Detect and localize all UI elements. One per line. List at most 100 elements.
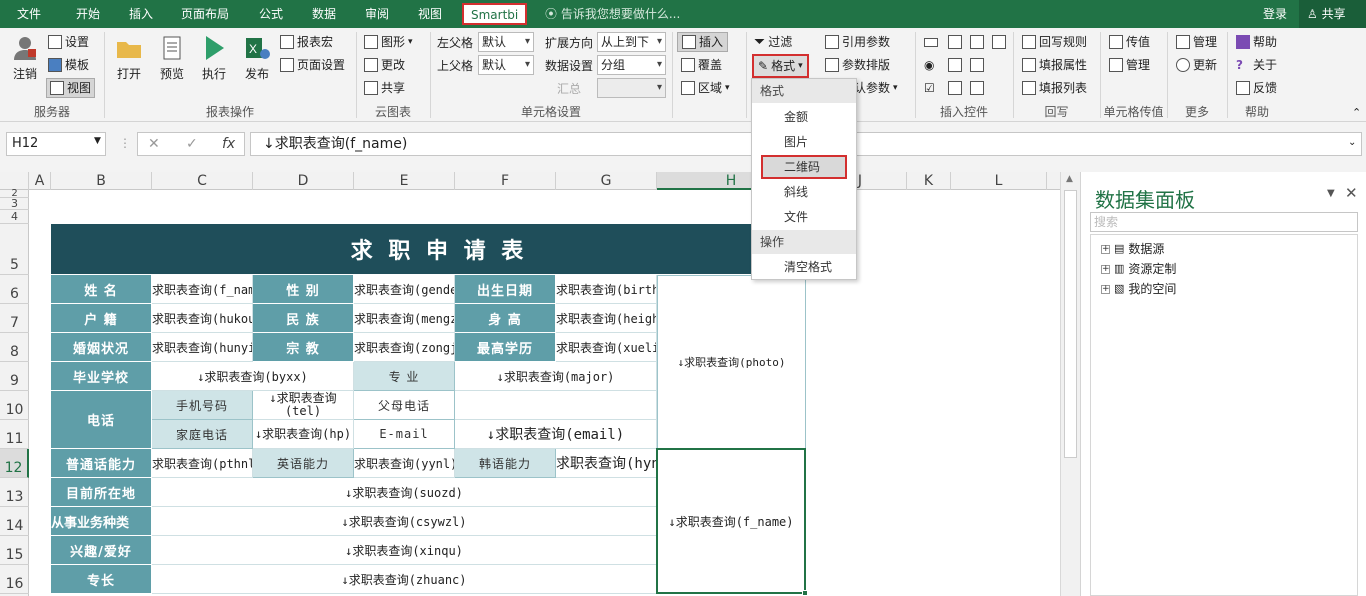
- region-button[interactable]: 区域 ▾: [681, 78, 730, 98]
- row-header[interactable]: 14: [0, 507, 29, 536]
- label-home-phone[interactable]: 家庭电话: [152, 420, 253, 449]
- update-button[interactable]: 更新: [1176, 55, 1217, 75]
- label-mobile[interactable]: 手机号码: [152, 391, 253, 420]
- login-link[interactable]: 登录: [1263, 0, 1287, 28]
- template-button[interactable]: 模板: [48, 55, 89, 75]
- left-parent-select[interactable]: 默认: [478, 32, 534, 52]
- row-header[interactable]: 4: [0, 210, 29, 224]
- summary-select[interactable]: [597, 78, 666, 98]
- value-education[interactable]: 求职表查询(xueli): [556, 333, 657, 362]
- table-control-button[interactable]: [970, 32, 984, 52]
- label-hukou[interactable]: 户 籍: [51, 304, 152, 333]
- tab-review[interactable]: 审阅: [365, 0, 389, 28]
- value-school[interactable]: ↓求职表查询(byxx): [152, 362, 354, 391]
- expand-icon[interactable]: +: [1101, 284, 1110, 294]
- value-korean[interactable]: 求职表查询(hynl): [556, 449, 657, 478]
- top-parent-select[interactable]: 默认: [478, 55, 534, 75]
- collapse-ribbon-icon[interactable]: ⌃: [1352, 106, 1361, 119]
- label-school[interactable]: 毕业学校: [51, 362, 152, 391]
- value-gender[interactable]: 求职表查询(gender): [354, 275, 455, 304]
- scrollbar-thumb[interactable]: [1064, 190, 1077, 458]
- modify-button[interactable]: 更改: [364, 55, 405, 75]
- tab-file[interactable]: 文件: [17, 0, 41, 28]
- value-nation[interactable]: 求职表查询(mengzu): [354, 304, 455, 333]
- label-email[interactable]: E-mail: [354, 420, 455, 449]
- menu-item-file[interactable]: 文件: [752, 205, 856, 229]
- menu-item-diagonal[interactable]: 斜线: [752, 180, 856, 204]
- close-icon[interactable]: ✕: [1345, 184, 1358, 202]
- label-location[interactable]: 目前所在地: [51, 478, 152, 507]
- fill-list-button[interactable]: 填报列表: [1022, 78, 1087, 98]
- name-box[interactable]: H12: [6, 132, 106, 156]
- column-header[interactable]: E: [354, 172, 455, 190]
- function-icon[interactable]: fx: [222, 133, 235, 155]
- label-education[interactable]: 最高学历: [455, 333, 556, 362]
- report-macro-button[interactable]: 报表宏: [280, 32, 333, 52]
- upload-control-button[interactable]: [970, 55, 984, 75]
- column-header[interactable]: G: [556, 172, 657, 190]
- tab-smartbi[interactable]: Smartbi: [462, 3, 528, 25]
- vertical-scrollbar[interactable]: ▲: [1060, 172, 1080, 596]
- calendar-control-button[interactable]: [992, 32, 1006, 52]
- expand-icon[interactable]: +: [1101, 264, 1110, 274]
- panel-search-input[interactable]: 搜索: [1090, 212, 1358, 232]
- row-header[interactable]: 5: [0, 224, 29, 275]
- value-business[interactable]: ↓求职表查询(csywzl): [152, 507, 657, 536]
- row-header[interactable]: 11: [0, 420, 29, 449]
- row-header[interactable]: 6: [0, 275, 29, 304]
- chevron-down-icon[interactable]: ▼: [94, 136, 101, 146]
- drag-handle-icon[interactable]: ⋮: [119, 136, 131, 150]
- label-korean[interactable]: 韩语能力: [455, 449, 556, 478]
- row-header[interactable]: 15: [0, 536, 29, 565]
- value-hukou[interactable]: 求职表查询(hukou): [152, 304, 253, 333]
- column-header[interactable]: F: [455, 172, 556, 190]
- label-nation[interactable]: 民 族: [253, 304, 354, 333]
- tree-item-my-space[interactable]: + ▧ 我的空间: [1101, 279, 1176, 299]
- label-height[interactable]: 身 高: [455, 304, 556, 333]
- expand-icon[interactable]: +: [1101, 244, 1110, 254]
- tab-insert[interactable]: 插入: [129, 0, 153, 28]
- label-mandarin[interactable]: 普通话能力: [51, 449, 152, 478]
- chevron-down-icon[interactable]: ⌄: [1348, 137, 1356, 148]
- help-button[interactable]: 帮助: [1236, 32, 1277, 52]
- value-email[interactable]: ↓求职表查询(email): [455, 420, 657, 449]
- row-header[interactable]: 3: [0, 197, 29, 210]
- row-header[interactable]: 16: [0, 565, 29, 594]
- scroll-up-icon[interactable]: ▲: [1066, 174, 1073, 184]
- label-business[interactable]: 从事业务种类: [51, 507, 152, 536]
- tab-home[interactable]: 开始: [76, 0, 100, 28]
- label-name[interactable]: 姓 名: [51, 275, 152, 304]
- textbox-control-button[interactable]: [924, 32, 938, 52]
- about-button[interactable]: ? 关于: [1236, 55, 1277, 75]
- form-title[interactable]: 求 职 申 请 表: [51, 224, 828, 275]
- label-skill[interactable]: 专长: [51, 565, 152, 594]
- publish-button[interactable]: X 发布: [240, 34, 274, 82]
- value-marriage[interactable]: 求职表查询(hunyin): [152, 333, 253, 362]
- page-setup-button[interactable]: 页面设置: [280, 55, 345, 75]
- cell-pass-button[interactable]: 传值: [1109, 32, 1150, 52]
- expand-direction-select[interactable]: 从上到下: [597, 32, 666, 52]
- value-religion[interactable]: 求职表查询(zongjiao): [354, 333, 455, 362]
- row-header[interactable]: 8: [0, 333, 29, 362]
- label-parent-phone[interactable]: 父母电话: [354, 391, 455, 420]
- value-hobby[interactable]: ↓求职表查询(xinqu): [152, 536, 657, 565]
- radio-control-button[interactable]: ◉: [924, 55, 934, 75]
- share-chart-button[interactable]: 共享: [364, 78, 405, 98]
- tab-data[interactable]: 数据: [312, 0, 336, 28]
- insert-mode-button[interactable]: 插入: [677, 32, 729, 52]
- value-mandarin[interactable]: 求职表查询(pthnl): [152, 449, 253, 478]
- spin-control-button[interactable]: [948, 78, 962, 98]
- spreadsheet-grid[interactable]: 求 职 申 请 表 姓 名 求职表查询(f_name) 性 别 求职表查询(ge…: [29, 190, 1060, 596]
- format-button[interactable]: ✎ 格式 ▾: [752, 54, 809, 78]
- label-phone[interactable]: 电话: [51, 391, 152, 449]
- confirm-icon[interactable]: ✓: [186, 133, 198, 155]
- menu-item-qrcode[interactable]: 二维码: [761, 155, 847, 179]
- column-header[interactable]: L: [951, 172, 1047, 190]
- tree-item-datasource[interactable]: + ▤ 数据源: [1101, 239, 1164, 259]
- label-hobby[interactable]: 兴趣/爱好: [51, 536, 152, 565]
- row-header[interactable]: 7: [0, 304, 29, 333]
- tree-item-resource[interactable]: + ▥ 资源定制: [1101, 259, 1176, 279]
- menu-item-amount[interactable]: 金额: [752, 105, 856, 129]
- checkbox-control-button[interactable]: ☑: [924, 78, 935, 98]
- label-religion[interactable]: 宗 教: [253, 333, 354, 362]
